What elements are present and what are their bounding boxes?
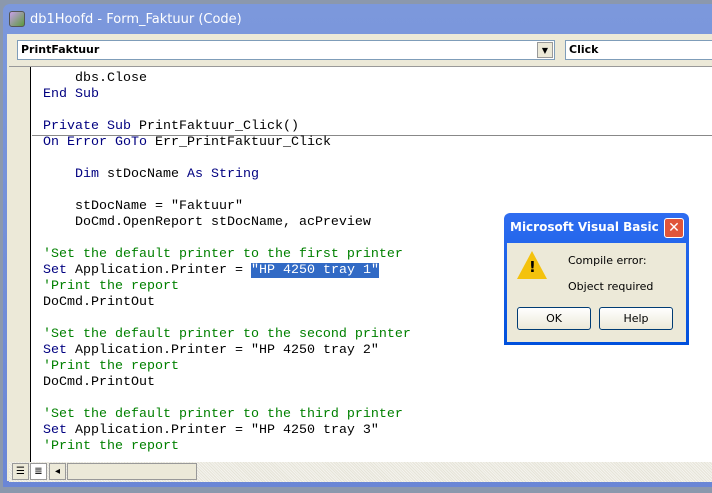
code-line[interactable]: 'Set the default printer to the second p… [43,327,411,343]
code-text: DoCmd.PrintOut [43,295,155,310]
code-text: Application.Printer = "HP 4250 tray 2" [67,343,379,358]
code-line[interactable] [43,391,411,407]
error-title: Compile error: [568,254,647,267]
margin-indicator-bar[interactable] [9,67,31,462]
procedure-combo-value: Click [569,43,599,56]
code-comment: 'Print the report [43,279,179,294]
code-text: dbs.Close [43,71,147,86]
close-button[interactable]: ✕ [664,218,684,238]
selected-text: "HP 4250 tray 1" [250,263,379,278]
code-keyword: Set [43,423,67,438]
help-button[interactable]: Help [599,307,673,330]
code-line[interactable] [43,183,411,199]
title-bar: db1Hoofd - Form_Faktuur (Code) [3,4,712,34]
code-keyword: End Sub [43,87,99,102]
code-text: Application.Printer = [67,263,251,278]
code-line[interactable] [43,311,411,327]
code-keyword: Set [43,343,67,358]
code-line[interactable]: 'Print the report [43,279,411,295]
dialog-title: Microsoft Visual Basic [510,220,659,234]
code-line[interactable]: dbs.Close [43,71,411,87]
code-keyword: Set [43,263,67,278]
code-line[interactable] [43,151,411,167]
code-comment: 'Set the default printer to the third pr… [43,407,403,422]
code-line[interactable]: stDocName = "Faktuur" [43,199,411,215]
code-line[interactable]: 'Set the default printer to the first pr… [43,247,411,263]
code-text: stDocName [99,167,187,182]
chevron-down-icon[interactable]: ▼ [537,42,553,58]
code-text: PrintFaktuur_Click() [130,119,299,134]
code-keyword: On Error GoTo [43,135,147,150]
code-line[interactable]: Set Application.Printer = "HP 4250 tray … [43,423,411,439]
error-dialog: Microsoft Visual Basic ✕ ! Compile error… [504,213,689,345]
procedure-combo[interactable]: Click [565,40,712,60]
code-line[interactable]: End Sub [43,87,411,103]
object-combo-value: PrintFaktuur [21,43,100,56]
code-text: DoCmd.PrintOut [43,375,155,390]
code-text: Application.Printer = "HP 4250 tray 3" [67,423,379,438]
code-line[interactable]: DoCmd.OpenReport stDocName, acPreview [43,215,411,231]
code-keyword: As String [186,167,259,182]
horizontal-scrollbar[interactable] [67,463,197,480]
code-text: DoCmd.OpenReport stDocName, acPreview [43,215,371,230]
code-line[interactable]: Private Sub PrintFaktuur_Click() [43,119,411,135]
code-comment: 'Set the default printer to the first pr… [43,247,403,262]
scroll-left-button[interactable]: ◂ [49,463,66,480]
code-line[interactable]: Set Application.Printer = "HP 4250 tray … [43,263,411,279]
code-comment: 'Set the default printer to the second p… [43,327,411,342]
code-line[interactable]: Set Application.Printer = "HP 4250 tray … [43,343,411,359]
object-combo[interactable]: PrintFaktuur ▼ [17,40,555,60]
code-line[interactable]: 'Print the report [43,439,411,455]
full-module-view-button[interactable]: ≣ [30,463,47,480]
code-text: stDocName = "Faktuur" [43,199,243,214]
code-line[interactable]: On Error GoTo Err_PrintFaktuur_Click [43,135,411,151]
code-line[interactable]: 'Print the report [43,359,411,375]
code-line[interactable] [43,103,411,119]
access-module-icon [9,11,25,27]
code-keyword: Private Sub [43,119,131,134]
code-keyword: Dim [43,167,99,182]
error-message: Object required [568,280,654,293]
ok-button[interactable]: OK [517,307,591,330]
code-line[interactable]: DoCmd.PrintOut [43,295,411,311]
code-line[interactable] [43,231,411,247]
bottom-bar: ☰ ≣ ◂ [9,462,712,482]
code-line[interactable]: Dim stDocName As String [43,167,411,183]
code-comment: 'Print the report [43,439,179,454]
warning-icon: ! [517,251,547,279]
code-line[interactable]: DoCmd.PrintOut [43,375,411,391]
code-text: Err_PrintFaktuur_Click [146,135,331,150]
code-lines[interactable]: dbs.Close End Sub Private Sub PrintFaktuur… [43,71,411,455]
procedure-view-button[interactable]: ☰ [12,463,29,480]
code-comment: 'Print the report [43,359,179,374]
window-title: db1Hoofd - Form_Faktuur (Code) [30,11,242,27]
code-line[interactable]: 'Set the default printer to the third pr… [43,407,411,423]
